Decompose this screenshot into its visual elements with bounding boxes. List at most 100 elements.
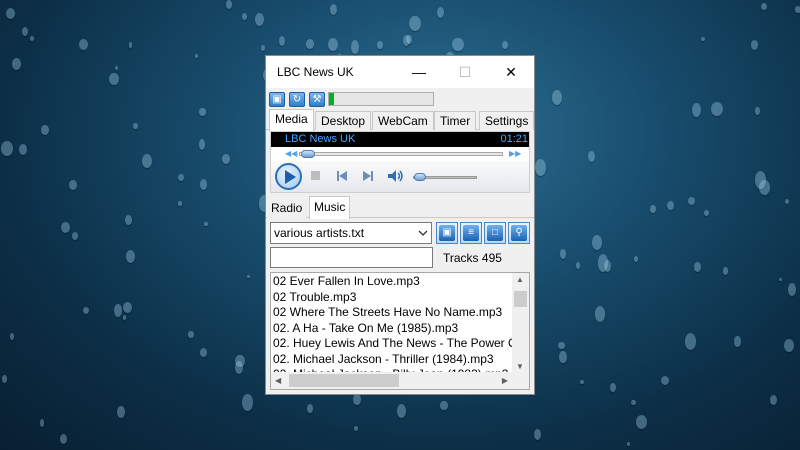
rain-drop bbox=[579, 379, 584, 385]
rain-drop bbox=[351, 39, 360, 54]
station-name: LBC News UK bbox=[285, 133, 356, 145]
tab-media[interactable]: Media bbox=[269, 109, 314, 131]
rain-drop bbox=[1, 140, 13, 156]
rain-drop bbox=[794, 6, 800, 13]
seek-forward-icon[interactable]: ▶▶ bbox=[509, 149, 521, 158]
vertical-scroll-thumb[interactable] bbox=[514, 291, 527, 307]
rain-drop bbox=[39, 418, 45, 427]
folder-icon[interactable]: ▣ bbox=[269, 92, 285, 107]
previous-icon[interactable] bbox=[335, 169, 349, 183]
search-icon: ⚲ bbox=[511, 225, 527, 241]
rain-drop bbox=[200, 348, 208, 358]
scroll-left-icon[interactable]: ◀ bbox=[275, 376, 281, 385]
play-button[interactable] bbox=[275, 163, 302, 190]
rain-drop bbox=[452, 37, 464, 52]
rain-drop bbox=[787, 283, 796, 296]
volume-thumb[interactable] bbox=[414, 173, 426, 181]
rain-drop bbox=[377, 41, 383, 49]
seek-bar[interactable]: ◀◀ ▶▶ bbox=[271, 147, 529, 161]
rain-drop bbox=[406, 34, 413, 44]
search-input[interactable] bbox=[270, 247, 433, 268]
rain-drop bbox=[19, 144, 28, 155]
rain-drop bbox=[307, 404, 314, 413]
rain-drop bbox=[701, 36, 706, 42]
rain-drop bbox=[631, 399, 636, 405]
close-button[interactable]: ✕ bbox=[488, 56, 534, 88]
horizontal-scroll-thumb[interactable] bbox=[289, 374, 399, 387]
edit-playlist-button[interactable]: ≡ bbox=[460, 222, 482, 244]
seek-thumb[interactable] bbox=[301, 150, 315, 158]
rain-drop bbox=[60, 222, 70, 234]
rain-drop bbox=[759, 180, 770, 195]
title-bar: LBC News UK — ☐ ✕ bbox=[266, 56, 534, 88]
search-button[interactable]: ⚲ bbox=[508, 222, 530, 244]
rain-drop bbox=[692, 102, 702, 117]
rain-drop bbox=[353, 426, 358, 432]
refresh-icon[interactable]: ↻ bbox=[289, 92, 305, 107]
playlist-dropdown[interactable]: various artists.txt bbox=[270, 222, 432, 244]
toolbar: ▣ ↻ ⚒ bbox=[266, 89, 534, 109]
track-list[interactable]: 02 Ever Fallen In Love.mp3 02 Trouble.mp… bbox=[270, 272, 530, 390]
vertical-scrollbar[interactable]: ▲ ▼ bbox=[512, 273, 529, 373]
rain-drop bbox=[188, 331, 194, 338]
wrench-icon[interactable]: ⚒ bbox=[309, 92, 325, 107]
app-window: LBC News UK — ☐ ✕ ▣ ↻ ⚒ Media Desktop We… bbox=[265, 55, 535, 395]
window-title: LBC News UK bbox=[277, 65, 354, 79]
scrollbar-corner bbox=[512, 372, 529, 389]
rain-drop bbox=[114, 303, 123, 317]
scroll-down-icon[interactable]: ▼ bbox=[516, 362, 524, 371]
scroll-up-icon[interactable]: ▲ bbox=[516, 275, 524, 284]
rain-drop bbox=[305, 38, 315, 49]
tab-music[interactable]: Music bbox=[309, 196, 351, 219]
list-item[interactable]: 02 Where The Streets Have No Name.mp3 bbox=[273, 305, 515, 321]
rain-drop bbox=[246, 274, 250, 279]
playlist-selected: various artists.txt bbox=[274, 226, 365, 240]
list-item[interactable]: 02. A Ha - Take On Me (1985).mp3 bbox=[273, 321, 515, 337]
rain-drop bbox=[198, 138, 206, 150]
rain-drop bbox=[241, 393, 254, 412]
stop-icon[interactable] bbox=[309, 169, 323, 183]
rain-drop bbox=[128, 42, 133, 48]
rain-drop bbox=[440, 401, 448, 410]
tab-desktop[interactable]: Desktop bbox=[315, 111, 372, 130]
rain-drop bbox=[603, 259, 612, 272]
window-view-button[interactable]: □ bbox=[484, 222, 506, 244]
list-item[interactable]: 02. Huey Lewis And The News - The Power … bbox=[273, 336, 515, 352]
open-folder-button[interactable]: ▣ bbox=[436, 222, 458, 244]
seek-track[interactable] bbox=[299, 152, 503, 156]
rain-drop bbox=[588, 150, 596, 163]
rain-drop bbox=[177, 173, 185, 182]
rain-drop bbox=[533, 428, 541, 440]
speaker-icon[interactable] bbox=[387, 169, 405, 183]
rain-drop bbox=[6, 8, 16, 19]
horizontal-scrollbar[interactable]: ◀ ▶ bbox=[271, 372, 512, 389]
rain-drop bbox=[122, 315, 127, 321]
elapsed-time: 01:21 bbox=[500, 133, 528, 145]
list-item[interactable]: 02. Michael Jackson - Thriller (1984).mp… bbox=[273, 352, 515, 368]
chevron-down-icon bbox=[418, 230, 428, 236]
rain-drop bbox=[591, 235, 602, 250]
folder-open-icon: ▣ bbox=[439, 225, 455, 241]
rain-drop bbox=[114, 65, 119, 71]
seek-back-icon[interactable]: ◀◀ bbox=[285, 149, 297, 158]
rain-drop bbox=[72, 231, 79, 240]
tab-settings[interactable]: Settings bbox=[479, 111, 535, 130]
tab-webcam[interactable]: WebCam bbox=[372, 111, 434, 130]
tab-timer[interactable]: Timer bbox=[434, 111, 477, 130]
maximize-button[interactable]: ☐ bbox=[442, 56, 488, 88]
rain-drop bbox=[141, 153, 153, 168]
minimize-button[interactable]: — bbox=[396, 56, 442, 88]
scroll-right-icon[interactable]: ▶ bbox=[502, 376, 508, 385]
rain-drop bbox=[116, 405, 126, 419]
next-icon[interactable] bbox=[361, 169, 375, 183]
volume-slider[interactable] bbox=[413, 173, 477, 181]
rain-drop bbox=[60, 433, 67, 444]
rain-drop bbox=[199, 179, 207, 190]
tab-radio[interactable]: Radio bbox=[267, 199, 307, 218]
rain-drop bbox=[21, 27, 28, 37]
list-item[interactable]: 02 Trouble.mp3 bbox=[273, 290, 515, 306]
list-item[interactable]: 02 Ever Fallen In Love.mp3 bbox=[273, 274, 515, 290]
rain-drop bbox=[576, 262, 581, 270]
rain-drop bbox=[10, 332, 15, 340]
rain-drop bbox=[204, 221, 208, 227]
